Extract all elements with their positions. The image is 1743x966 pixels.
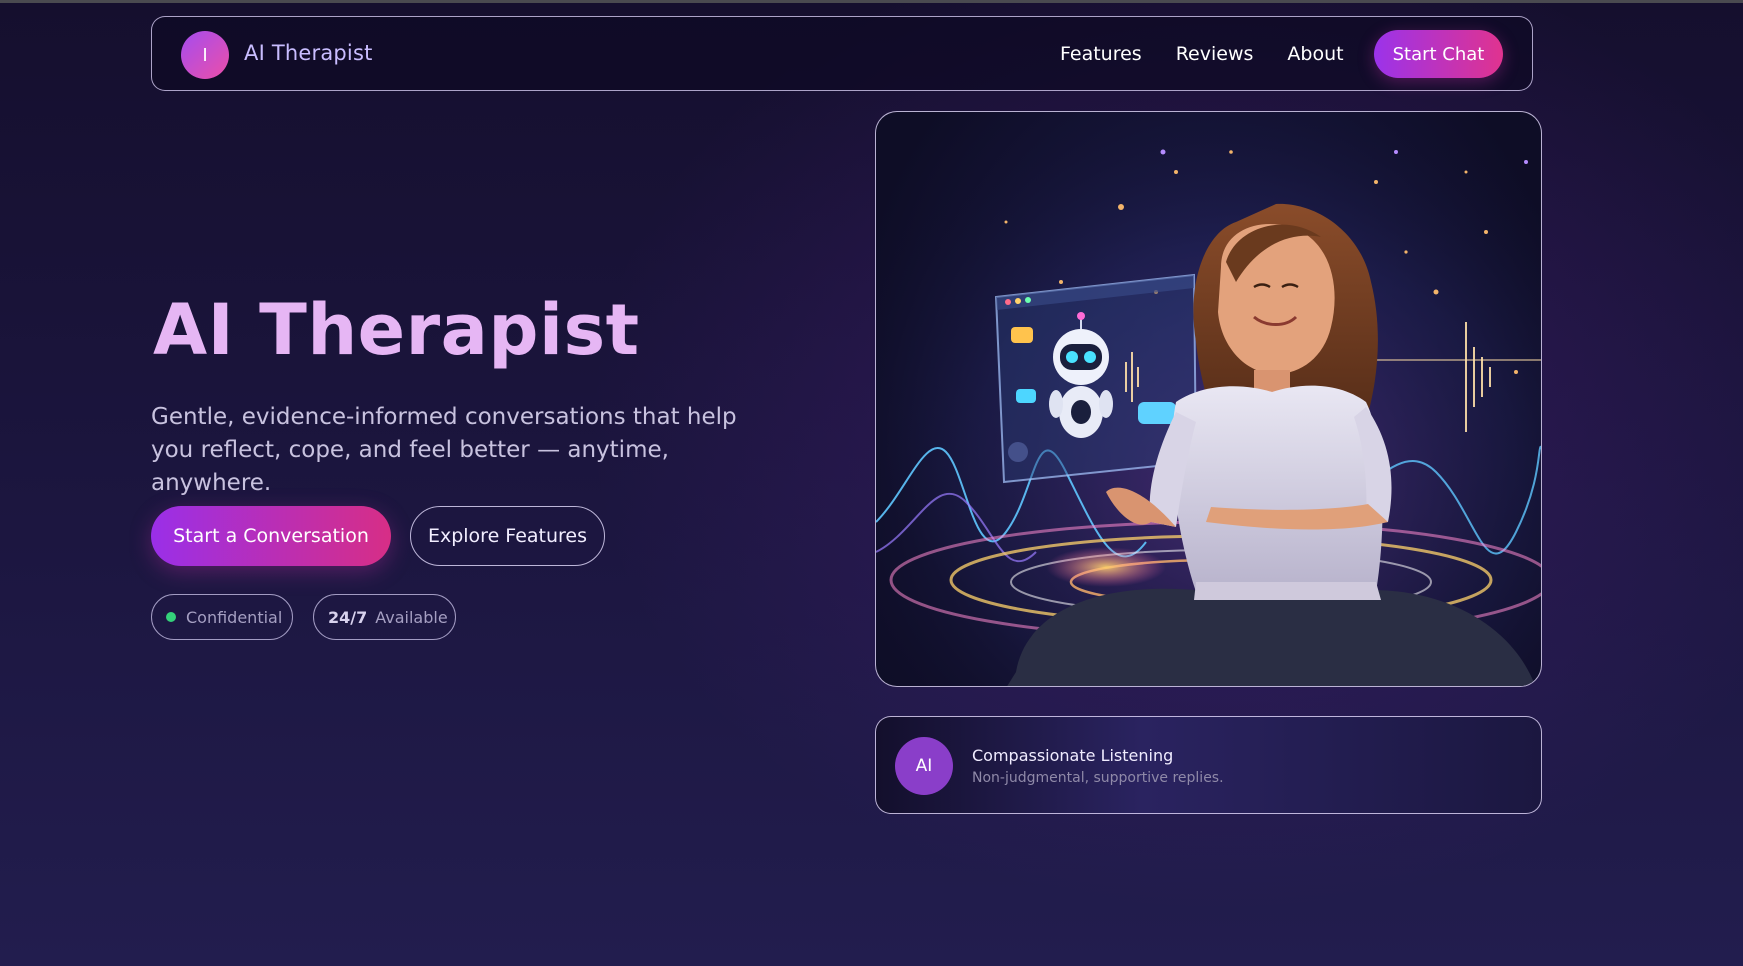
hero-subtitle: Gentle, evidence-informed conversations … — [151, 404, 737, 496]
card-subtitle: Non-judgmental, supportive replies. — [972, 770, 1224, 786]
window-top-border — [0, 0, 1743, 3]
brand-name[interactable]: AI Therapist — [244, 41, 373, 65]
nav-link-about[interactable]: About — [1287, 43, 1343, 65]
brand-initial: I — [202, 44, 208, 66]
nav-link-features[interactable]: Features — [1060, 43, 1142, 65]
status-dot-icon — [166, 612, 176, 622]
compassionate-listening-card: AI Compassionate Listening Non-judgmenta… — [875, 716, 1542, 814]
card-title: Compassionate Listening — [972, 746, 1174, 765]
availability-hours: 24/7 — [328, 607, 368, 627]
start-chat-button[interactable]: Start Chat — [1374, 30, 1503, 78]
ai-avatar: AI — [895, 737, 953, 795]
hero-illustration — [875, 111, 1542, 687]
hero-title: AI Therapist — [153, 289, 640, 371]
nav-links: Features Reviews About — [1060, 43, 1344, 65]
start-conversation-button[interactable]: Start a Conversation — [151, 506, 391, 566]
confidential-label: Confidential — [186, 607, 283, 627]
brand-logo[interactable]: I — [181, 31, 229, 79]
top-navigation: I AI Therapist Features Reviews About St… — [151, 16, 1533, 91]
explore-features-button[interactable]: Explore Features — [410, 506, 605, 566]
nav-link-reviews[interactable]: Reviews — [1176, 43, 1254, 65]
ai-avatar-label: AI — [915, 756, 933, 776]
availability-badge: 24/7 Available — [313, 594, 456, 640]
confidential-badge: Confidential — [151, 594, 293, 640]
availability-label: Available — [375, 607, 448, 627]
